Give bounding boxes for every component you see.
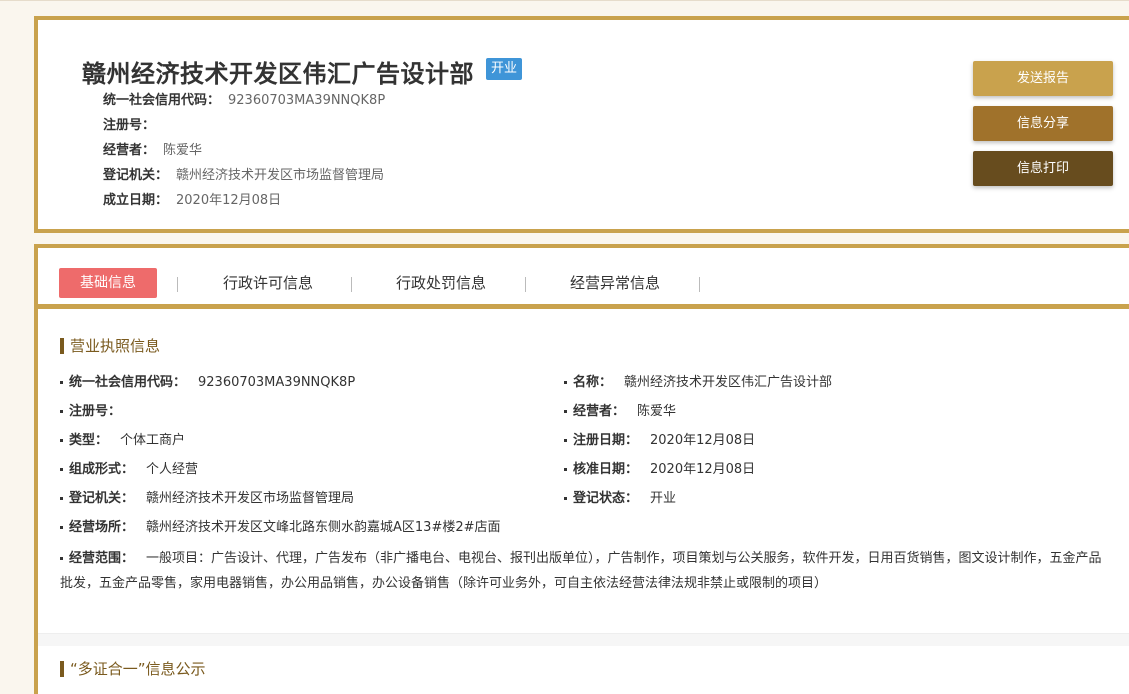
bullet-dot: [564, 410, 567, 413]
company-name: 赣州经济技术开发区伟汇广告设计部: [82, 60, 474, 88]
bullet-dot: [60, 410, 63, 413]
header-founded-value: 2020年12月08日: [176, 193, 282, 208]
send-report-button[interactable]: 发送报告: [973, 61, 1113, 96]
print-info-button[interactable]: 信息打印: [973, 151, 1113, 186]
field-name: 名称： 赣州经济技术开发区伟汇广告设计部: [564, 373, 832, 393]
field-register-date: 注册日期： 2020年12月08日: [564, 431, 755, 451]
license-section-title: 营业执照信息: [60, 336, 160, 356]
header-operator-row: 经营者： 陈爱华: [103, 141, 202, 161]
section-divider: [38, 633, 1129, 646]
bullet-dot: [60, 497, 63, 500]
bullet-dot: [60, 381, 63, 384]
multi-cert-section-title: “多证合一”信息公示: [60, 659, 206, 679]
header-reg-number-label: 注册号：: [103, 118, 156, 133]
header-credit-code-row: 统一社会信用代码： 92360703MA39NNQK8P: [103, 91, 385, 111]
bullet-dot: [60, 526, 63, 529]
header-reg-number-row: 注册号：: [103, 116, 163, 136]
header-founded-row: 成立日期： 2020年12月08日: [103, 191, 281, 211]
bullet-dot: [564, 468, 567, 471]
tab-abnormal-operation[interactable]: 经营异常信息: [545, 268, 685, 298]
detail-content-card: 基础信息 行政许可信息 行政处罚信息 经营异常信息 营业执照信息 统一社会信用代…: [34, 244, 1129, 694]
tab-separator: [525, 277, 526, 292]
tab-basic-info[interactable]: 基础信息: [59, 268, 157, 298]
bullet-dot: [60, 557, 63, 560]
bullet-dot: [564, 497, 567, 500]
top-border-line: [0, 0, 1129, 1]
field-reg-number: 注册号：: [60, 402, 133, 422]
bullet-dot: [564, 439, 567, 442]
header-authority-label: 登记机关：: [103, 168, 169, 183]
header-credit-code-value: 92360703MA39NNQK8P: [228, 93, 386, 108]
tab-separator: [699, 277, 700, 292]
field-register-status: 登记状态： 开业: [564, 489, 676, 509]
bullet-dot: [60, 468, 63, 471]
field-operator: 经营者： 陈爱华: [564, 402, 676, 422]
header-founded-label: 成立日期：: [103, 193, 169, 208]
company-header-card: 赣州经济技术开发区伟汇广告设计部 开业 统一社会信用代码： 92360703MA3…: [34, 16, 1129, 233]
tab-admin-penalty[interactable]: 行政处罚信息: [371, 268, 511, 298]
tab-separator: [351, 277, 352, 292]
header-operator-value: 陈爱华: [163, 143, 203, 158]
header-operator-label: 经营者：: [103, 143, 156, 158]
share-info-button[interactable]: 信息分享: [973, 106, 1113, 141]
bullet-dot: [60, 439, 63, 442]
field-authority: 登记机关： 赣州经济技术开发区市场监督管理局: [60, 489, 354, 509]
field-approval-date: 核准日期： 2020年12月08日: [564, 460, 755, 480]
status-badge: 开业: [486, 58, 523, 80]
tabs-bar: 基础信息 行政许可信息 行政处罚信息 经营异常信息: [38, 248, 1129, 309]
tab-separator: [177, 277, 178, 292]
header-authority-row: 登记机关： 赣州经济技术开发区市场监督管理局: [103, 166, 384, 186]
field-composition: 组成形式： 个人经营: [60, 460, 198, 480]
header-authority-value: 赣州经济技术开发区市场监督管理局: [176, 168, 385, 183]
header-credit-code-label: 统一社会信用代码：: [103, 93, 221, 108]
field-business-scope: 经营范围： 一般项目：广告设计、代理，广告发布（非广播电台、电视台、报刊出版单位）…: [60, 551, 1102, 591]
field-credit-code: 统一社会信用代码： 92360703MA39NNQK8P: [60, 373, 355, 393]
field-business-place: 经营场所： 赣州经济技术开发区文峰北路东侧水韵嘉城A区13#楼2#店面: [60, 518, 501, 538]
field-type: 类型： 个体工商户: [60, 431, 185, 451]
tab-admin-license[interactable]: 行政许可信息: [198, 268, 338, 298]
bullet-dot: [564, 381, 567, 384]
